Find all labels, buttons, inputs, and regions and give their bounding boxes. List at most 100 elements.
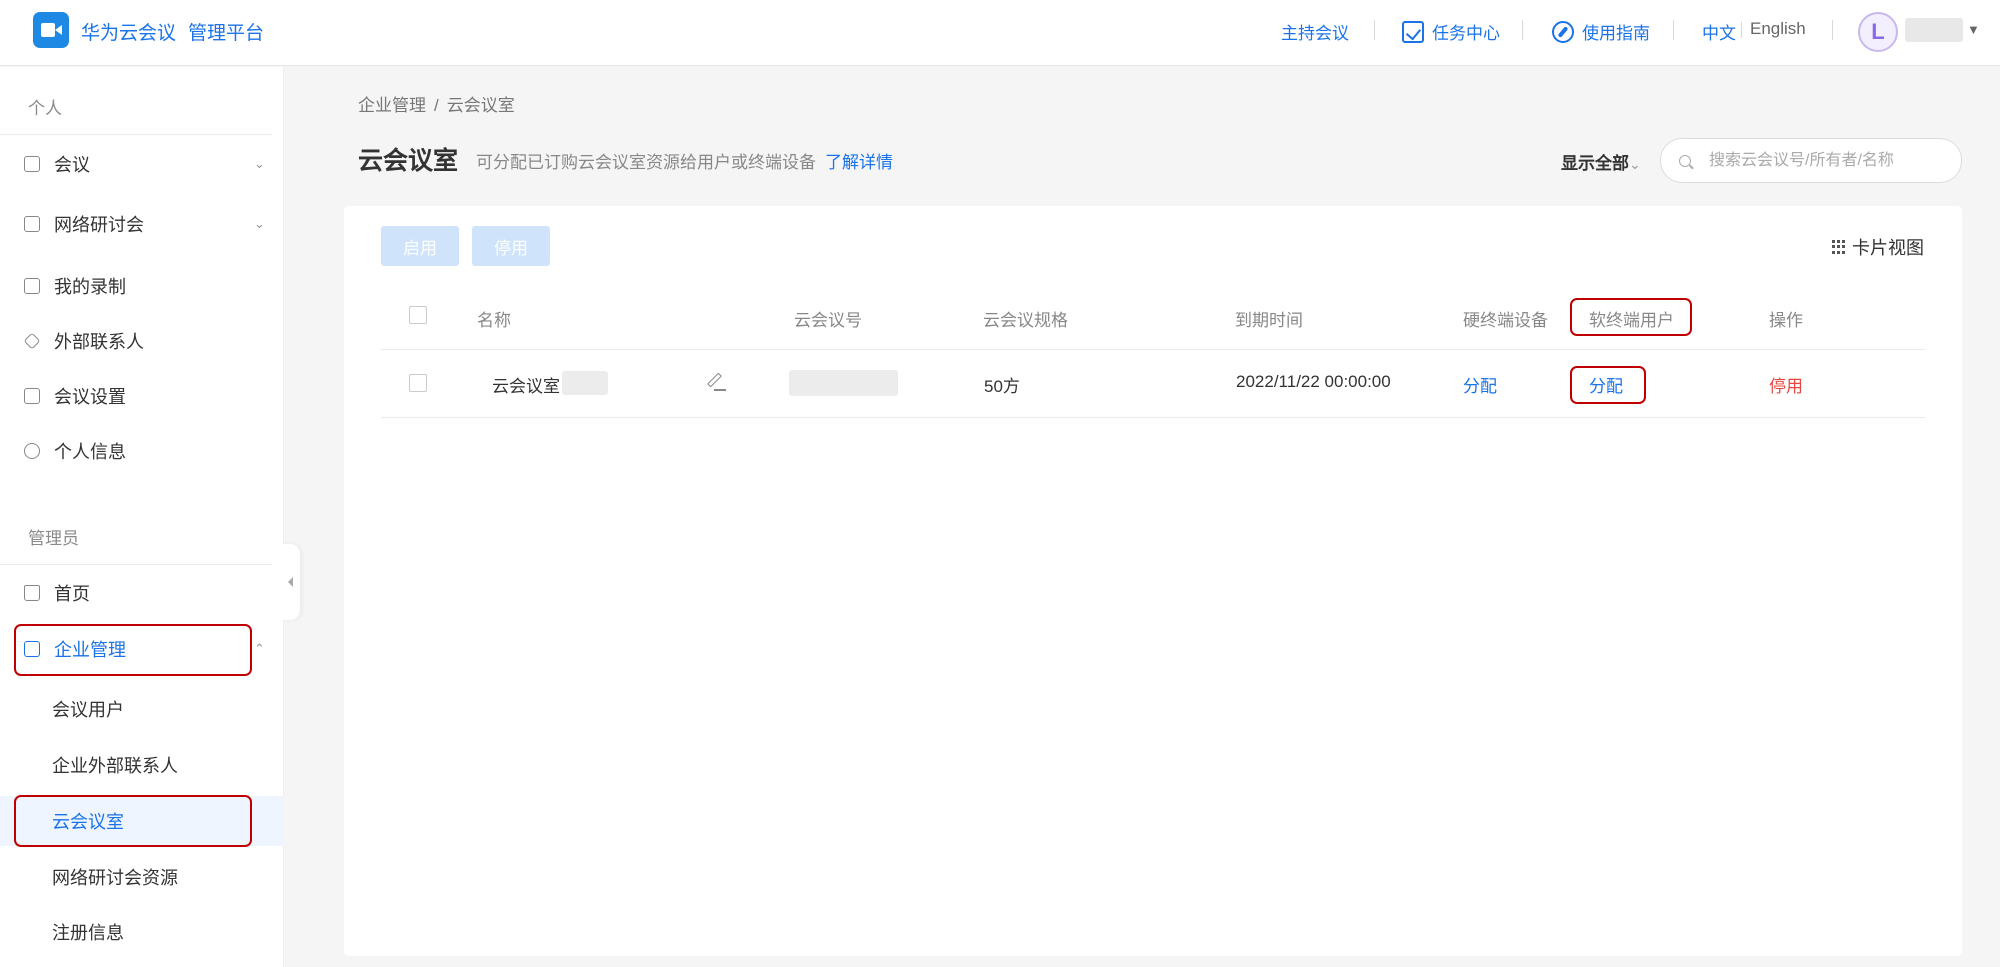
sidebar-item-label: 我的录制	[54, 277, 126, 297]
enable-button[interactable]: 启用	[381, 226, 459, 266]
card-view-label: 卡片视图	[1852, 238, 1924, 258]
divider	[1741, 22, 1742, 38]
brand-name: 华为云会议	[81, 23, 177, 44]
room-name: 云会议室	[492, 377, 560, 396]
disable-button[interactable]: 停用	[472, 226, 550, 266]
sidebar-sub-meeting-users[interactable]: 会议用户	[0, 684, 284, 734]
divider	[1522, 20, 1523, 40]
col-header-expiry: 到期时间	[1235, 311, 1303, 330]
lang-en[interactable]: English	[1750, 19, 1806, 39]
task-center-link[interactable]: 任务中心	[1402, 19, 1500, 44]
sidebar-item-external-contacts[interactable]: 外部联系人	[0, 319, 284, 363]
disable-room-link[interactable]: 停用	[1769, 372, 1803, 397]
row-divider	[381, 417, 1925, 418]
grid-icon	[1832, 240, 1846, 254]
highlight-box-enterprise-management	[14, 624, 252, 676]
room-name-redacted	[562, 371, 608, 395]
chevron-down-icon: ⌄	[254, 156, 265, 171]
sidebar-sub-label: 注册信息	[52, 923, 124, 943]
task-center-label: 任务中心	[1432, 24, 1500, 43]
divider	[0, 134, 272, 135]
sidebar-sub-enterprise-contacts[interactable]: 企业外部联系人	[0, 740, 284, 790]
show-all-filter[interactable]: 显示全部⌄	[1561, 149, 1641, 174]
chevron-up-icon: ⌃	[254, 641, 265, 656]
sidebar: 个人 会议 ⌄ 网络研讨会 ⌄ 我的录制 外部联系人 会议设置 个人信息 管理员…	[0, 67, 284, 967]
home-icon	[24, 585, 40, 601]
huawei-cloud-meeting-logo	[33, 12, 69, 48]
top-header: 华为云会议 管理平台 主持会议 任务中心 使用指南 中文 English L ▼	[0, 0, 2000, 66]
assign-hard-terminal-link[interactable]: 分配	[1463, 372, 1497, 397]
card-view-toggle[interactable]: 卡片视图	[1832, 234, 1924, 260]
sidebar-item-webinar[interactable]: 网络研讨会 ⌄	[0, 202, 284, 246]
page-description: 可分配已订购云会议室资源给用户或终端设备	[476, 153, 816, 172]
sidebar-item-label: 首页	[54, 584, 90, 604]
settings-icon	[24, 388, 40, 404]
webinar-icon	[24, 216, 40, 232]
col-header-meeting-id: 云会议号	[794, 311, 862, 330]
highlight-box-soft-terminal-assign	[1570, 366, 1646, 404]
row-checkbox[interactable]	[409, 374, 427, 392]
divider	[0, 564, 272, 565]
admin-section-title: 管理员	[28, 529, 79, 548]
highlight-box-cloud-meeting-room	[14, 795, 252, 847]
sidebar-sub-webinar-resources[interactable]: 网络研讨会资源	[0, 852, 284, 902]
sidebar-item-personal-info[interactable]: 个人信息	[0, 429, 284, 473]
lang-zh-label: 中文	[1702, 24, 1736, 43]
divider	[1374, 20, 1375, 40]
avatar[interactable]: L	[1858, 12, 1898, 52]
sidebar-item-recordings[interactable]: 我的录制	[0, 264, 284, 308]
brand-sub: 管理平台	[188, 23, 265, 44]
learn-more-link[interactable]: 了解详情	[825, 148, 893, 173]
sidebar-collapse-handle[interactable]	[282, 544, 300, 620]
host-meeting-label: 主持会议	[1281, 24, 1349, 43]
select-all-checkbox[interactable]	[409, 306, 427, 324]
user-guide-label: 使用指南	[1582, 24, 1650, 43]
breadcrumb: 企业管理 / 云会议室	[358, 96, 515, 115]
chevron-down-icon[interactable]: ▼	[1967, 22, 1980, 37]
user-guide-link[interactable]: 使用指南	[1552, 19, 1650, 44]
col-header-actions: 操作	[1769, 311, 1803, 330]
personal-section-title: 个人	[28, 99, 62, 118]
chevron-down-icon: ⌄	[1629, 156, 1641, 172]
sidebar-item-label: 会议	[54, 155, 90, 175]
page-title: 云会议室	[358, 147, 459, 175]
task-check-icon	[1402, 20, 1424, 43]
username-redacted	[1905, 18, 1963, 42]
calendar-icon	[24, 156, 40, 172]
brand: 华为云会议 管理平台	[81, 18, 264, 45]
compass-icon	[1552, 20, 1574, 43]
user-icon	[24, 443, 40, 459]
sidebar-item-label: 个人信息	[54, 442, 126, 462]
divider	[1673, 20, 1674, 40]
breadcrumb-current: 云会议室	[446, 96, 515, 115]
sidebar-item-meetings[interactable]: 会议 ⌄	[0, 142, 284, 186]
host-meeting-link[interactable]: 主持会议	[1281, 19, 1349, 44]
sidebar-item-label: 网络研讨会	[54, 215, 144, 235]
room-spec: 50方	[984, 377, 1020, 396]
sidebar-sub-label: 网络研讨会资源	[52, 868, 178, 888]
sidebar-sub-label: 企业外部联系人	[52, 756, 178, 776]
header-divider	[381, 349, 1925, 350]
search-input[interactable]	[1709, 149, 1949, 173]
search-box[interactable]	[1660, 138, 1962, 183]
sidebar-item-label: 外部联系人	[54, 332, 144, 352]
sidebar-item-label: 会议设置	[54, 387, 126, 407]
highlight-box-soft-terminal-header	[1570, 298, 1692, 336]
contact-icon	[23, 332, 41, 350]
col-header-spec: 云会议规格	[983, 311, 1068, 330]
chevron-down-icon: ⌄	[254, 216, 265, 231]
expiry-time: 2022/11/22 00:00:00	[1236, 372, 1391, 391]
lang-en-label: English	[1750, 19, 1806, 38]
lang-zh[interactable]: 中文	[1702, 19, 1736, 44]
edit-icon[interactable]	[706, 372, 726, 391]
meeting-room-panel: 启用 停用 卡片视图 名称 云会议号 云会议规格 到期时间 硬终端设备 软终端用…	[344, 206, 1962, 956]
filter-label: 显示全部	[1561, 154, 1629, 173]
meeting-id-redacted	[789, 370, 898, 396]
sidebar-sub-label: 会议用户	[52, 700, 124, 720]
sidebar-item-home[interactable]: 首页	[0, 571, 284, 615]
divider	[1832, 20, 1833, 40]
sidebar-item-meeting-settings[interactable]: 会议设置	[0, 374, 284, 418]
breadcrumb-parent[interactable]: 企业管理	[358, 96, 426, 115]
sidebar-sub-registration-info[interactable]: 注册信息	[0, 907, 284, 957]
recording-icon	[24, 278, 40, 294]
